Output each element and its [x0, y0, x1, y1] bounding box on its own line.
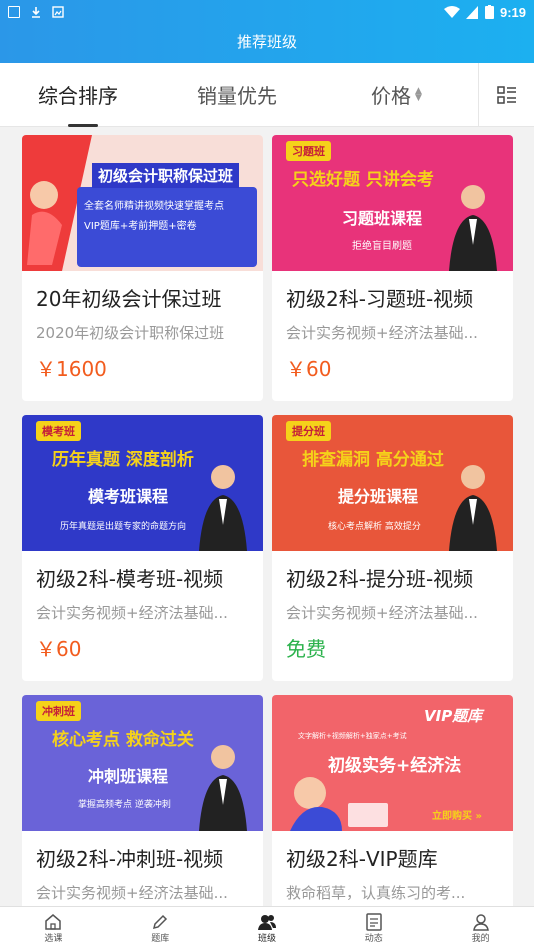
- banner-course-name: 习题班课程: [342, 209, 423, 228]
- notification-icon: [8, 6, 20, 18]
- course-banner: 初级会计职称保过班 全套名师精讲视频快速掌握考点 VIP题库+考前押题+密卷: [22, 135, 263, 271]
- banner-subline: 全套名师精讲视频快速掌握考点: [84, 201, 224, 212]
- course-price: ￥60: [36, 637, 82, 661]
- course-banner: 模考班 历年真题 深度剖析 模考班课程 历年真题是出题专家的命题方向: [22, 415, 263, 551]
- course-banner: VIP题库 文字解析+视频解析+独家点+考试 初级实务+经济法 立即购买 »: [272, 695, 513, 831]
- course-subtitle: 会计实务视频+经济法基础...: [286, 324, 478, 342]
- course-card[interactable]: 习题班 只选好题 只讲会考 习题班课程 拒绝盲目刷题 初级2科-习题班-视频 会…: [272, 135, 513, 401]
- tab-label: 价格: [371, 84, 411, 108]
- nav-label: 动态: [364, 934, 383, 944]
- course-banner: 冲刺班 核心考点 救命过关 冲刺班课程 掌握高频考点 逆袭冲刺: [22, 695, 263, 831]
- sort-arrows-icon: ▲ ▼: [415, 85, 422, 103]
- profile-icon: [472, 914, 489, 931]
- pencil-icon: [153, 914, 168, 930]
- banner-headline: 初级会计职称保过班: [92, 163, 240, 188]
- course-card[interactable]: 提分班 排查漏洞 高分通过 提分班课程 核心考点解析 高效提分 初级2科-提分班…: [272, 415, 513, 681]
- course-card[interactable]: 冲刺班 核心考点 救命过关 冲刺班课程 掌握高频考点 逆袭冲刺 初级2科-冲刺班…: [22, 695, 263, 915]
- banner-course-name: 冲刺班课程: [88, 767, 169, 786]
- tab-label: 综合排序: [38, 84, 118, 108]
- banner-subline: VIP题库+考前押题+密卷: [84, 221, 197, 232]
- banner-subline: 掌握高频考点 逆袭冲刺: [78, 800, 171, 810]
- wifi-icon: [443, 5, 460, 18]
- course-title: 初级2科-习题班-视频: [286, 287, 474, 311]
- bottom-nav: 选课 题库 班级 动态 我的: [0, 906, 534, 950]
- banner-tag: 习题班: [286, 141, 331, 161]
- news-icon: [366, 913, 382, 931]
- course-card[interactable]: 模考班 历年真题 深度剖析 模考班课程 历年真题是出题专家的命题方向 初级2科-…: [22, 415, 263, 681]
- teacher-photo: [199, 465, 247, 551]
- sort-bar: 综合排序 销量优先 价格 ▲ ▼: [0, 63, 534, 127]
- banner-subline: 文字解析+视频解析+独家点+考试: [298, 732, 407, 740]
- banner-headline: 核心考点 救命过关: [52, 730, 194, 750]
- banner-headline: 初级实务+经济法: [328, 756, 462, 776]
- teacher-photo: [199, 745, 247, 831]
- course-price: ￥60: [286, 357, 332, 381]
- banner-subline: 历年真题是出题专家的命题方向: [60, 522, 187, 532]
- course-title: 初级2科-模考班-视频: [36, 567, 224, 591]
- banner-headline: 只选好题 只讲会考: [292, 170, 434, 190]
- course-card[interactable]: VIP题库 文字解析+视频解析+独家点+考试 初级实务+经济法 立即购买 » 初…: [272, 695, 513, 915]
- course-title: 20年初级会计保过班: [36, 287, 222, 311]
- banner-subline: 拒绝盲目刷题: [352, 241, 412, 252]
- course-title: 初级2科-VIP题库: [286, 847, 438, 871]
- download-icon: [32, 7, 40, 18]
- list-view-icon: [496, 86, 516, 104]
- signal-icon: [465, 5, 478, 19]
- course-subtitle: 会计实务视频+经济法基础...: [36, 604, 228, 622]
- banner-course-name: 模考班课程: [88, 487, 169, 506]
- nav-label: 我的: [471, 934, 490, 944]
- nav-item-news[interactable]: 动态: [320, 907, 427, 950]
- page-title: 推荐班级: [236, 34, 297, 51]
- app-header: 9:19 推荐班级: [0, 0, 534, 63]
- status-time: 9:19: [499, 4, 526, 20]
- battery-icon: [484, 5, 494, 19]
- banner-tag: 提分班: [286, 421, 331, 441]
- nav-item-question-bank[interactable]: 题库: [107, 907, 214, 950]
- tab-price[interactable]: 价格 ▲ ▼: [371, 63, 422, 127]
- course-subtitle: 会计实务视频+经济法基础...: [286, 604, 478, 622]
- course-subtitle: 救命稻草，认真练习的考...: [286, 884, 466, 902]
- nav-item-courses[interactable]: 选课: [0, 907, 107, 950]
- course-title: 初级2科-提分班-视频: [286, 567, 474, 591]
- active-tab-underline: [68, 123, 98, 127]
- status-bar: 9:19: [0, 0, 534, 24]
- banner-subline: 核心考点解析 高效提分: [328, 522, 421, 532]
- banner-tag: VIP题库: [424, 707, 483, 725]
- banner-headline: 历年真题 深度剖析: [52, 450, 194, 470]
- tab-sales-first[interactable]: 销量优先: [197, 63, 277, 127]
- banner-tag: 模考班: [36, 421, 81, 441]
- banner-headline: 排查漏洞 高分通过: [302, 450, 444, 470]
- course-subtitle: 2020年初级会计职称保过班: [36, 324, 225, 342]
- nav-label: 选课: [44, 934, 63, 944]
- teacher-photo: [449, 465, 497, 551]
- course-price: 免费: [286, 637, 326, 661]
- tab-comprehensive-sort[interactable]: 综合排序: [38, 63, 118, 127]
- course-price: ￥1600: [36, 357, 107, 381]
- course-subtitle: 会计实务视频+经济法基础...: [36, 884, 228, 902]
- nav-label: 班级: [257, 934, 276, 944]
- course-banner: 提分班 排查漏洞 高分通过 提分班课程 核心考点解析 高效提分: [272, 415, 513, 551]
- home-icon: [45, 914, 62, 930]
- course-banner: 习题班 只选好题 只讲会考 习题班课程 拒绝盲目刷题: [272, 135, 513, 271]
- image-icon: [52, 6, 64, 18]
- nav-item-class[interactable]: 班级: [214, 907, 321, 950]
- banner-tag: 冲刺班: [36, 701, 81, 721]
- buy-now-link: 立即购买 »: [432, 811, 482, 822]
- nav-item-profile[interactable]: 我的: [427, 907, 534, 950]
- teacher-photo: [449, 185, 497, 271]
- layout-toggle-button[interactable]: [478, 63, 534, 127]
- banner-course-name: 提分班课程: [338, 487, 419, 506]
- course-title: 初级2科-冲刺班-视频: [36, 847, 224, 871]
- tab-label: 销量优先: [197, 84, 277, 108]
- nav-label: 题库: [151, 934, 170, 944]
- course-card[interactable]: 初级会计职称保过班 全套名师精讲视频快速掌握考点 VIP题库+考前押题+密卷 2…: [22, 135, 263, 401]
- class-icon: [257, 915, 276, 930]
